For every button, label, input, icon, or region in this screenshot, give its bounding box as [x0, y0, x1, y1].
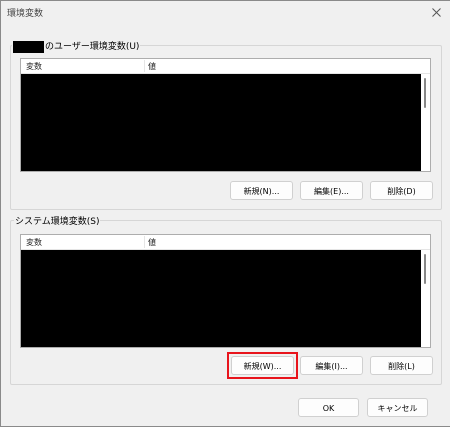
system-list-scrollbar[interactable] [421, 250, 430, 347]
user-new-button[interactable]: 新規(N)... [230, 181, 293, 200]
system-variables-label: システム環境変数(S) [14, 214, 101, 227]
column-header-value[interactable]: 値 [148, 237, 156, 248]
system-list-body[interactable] [21, 250, 421, 347]
user-edit-button[interactable]: 編集(E)... [300, 181, 363, 200]
user-list-scrollbar[interactable] [421, 74, 430, 171]
column-separator [144, 236, 145, 248]
scrollbar-thumb[interactable] [424, 254, 426, 284]
user-list-header: 変数 値 [21, 59, 430, 74]
column-header-variable[interactable]: 変数 [26, 237, 42, 248]
user-delete-button[interactable]: 削除(D) [370, 181, 433, 200]
close-icon [431, 7, 441, 17]
user-variables-label: のユーザー環境変数(U) [12, 39, 141, 53]
scrollbar-thumb[interactable] [424, 78, 426, 108]
system-new-button[interactable]: 新規(W)... [231, 356, 294, 375]
user-list-body[interactable] [21, 74, 421, 171]
ok-button[interactable]: OK [298, 398, 359, 417]
environment-variables-dialog: 環境変数 のユーザー環境変数(U) 変数 値 新規(N)... 編集(E)...… [0, 0, 450, 427]
cancel-button[interactable]: キャンセル [367, 398, 428, 417]
window-title: 環境変数 [7, 9, 44, 19]
column-separator [144, 60, 145, 72]
system-variables-list[interactable]: 変数 値 [20, 234, 431, 348]
close-button[interactable] [426, 3, 446, 21]
column-header-variable[interactable]: 変数 [26, 61, 42, 72]
system-edit-button[interactable]: 編集(I)... [300, 356, 363, 375]
user-variables-list[interactable]: 変数 値 [20, 58, 431, 172]
system-list-header: 変数 値 [21, 235, 430, 250]
redacted-username [13, 40, 44, 53]
column-header-value[interactable]: 値 [148, 61, 156, 72]
system-delete-button[interactable]: 削除(L) [370, 356, 433, 375]
title-bar: 環境変数 [1, 1, 450, 23]
